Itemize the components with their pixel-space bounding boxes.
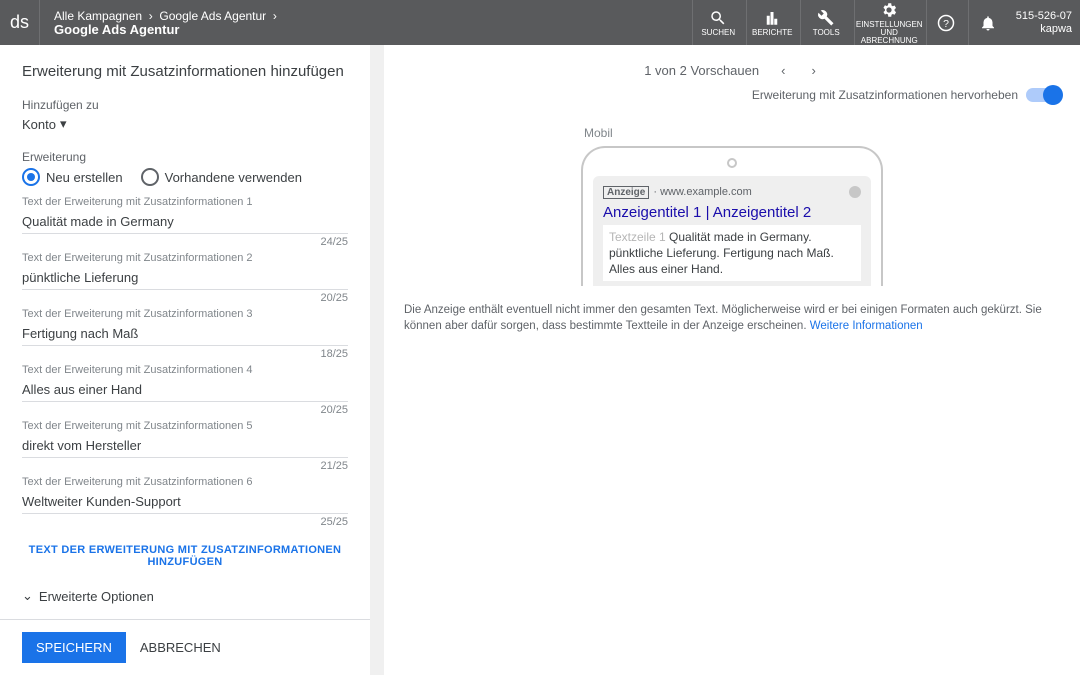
preview-note: Die Anzeige enthält eventuell nicht imme… [404, 302, 1060, 334]
breadcrumb: Alle Kampagnen › Google Ads Agentur › Go… [40, 5, 291, 41]
settings-button[interactable]: EINSTELLUNGEN UND ABRECHNUNG [854, 0, 924, 45]
highlight-row: Erweiterung mit Zusatzinformationen herv… [404, 88, 1060, 102]
callout-input-4[interactable] [22, 378, 348, 402]
logo: ds [0, 0, 40, 45]
search-button[interactable]: SUCHEN [692, 0, 744, 45]
header-actions: SUCHEN BERICHTE TOOLS EINSTELLUNGEN UND … [692, 0, 1008, 45]
next-button[interactable]: › [807, 59, 819, 82]
app-header: ds Alle Kampagnen › Google Ads Agentur ›… [0, 0, 1080, 45]
ad-title: Anzeigentitel 1 | Anzeigentitel 2 [603, 204, 861, 221]
radio-new[interactable]: Neu erstellen [22, 168, 123, 186]
field-label: Text der Erweiterung mit Zusatzinformati… [22, 196, 348, 208]
char-count: 21/25 [22, 460, 348, 472]
callout-field-6: Text der Erweiterung mit Zusatzinformati… [22, 476, 348, 528]
ad-preview: Anzeige· www.example.com Anzeigentitel 1… [593, 176, 871, 286]
cancel-button[interactable]: ABBRECHEN [140, 640, 221, 655]
crumb-all[interactable]: Alle Kampagnen [54, 9, 142, 23]
bell-icon [979, 14, 997, 32]
field-label: Text der Erweiterung mit Zusatzinformati… [22, 476, 348, 488]
char-count: 20/25 [22, 404, 348, 416]
main-content: Erweiterung mit Zusatzinformationen hinz… [0, 45, 1080, 675]
field-label: Text der Erweiterung mit Zusatzinformati… [22, 252, 348, 264]
panel-footer: SPEICHERN ABBRECHEN [0, 619, 370, 675]
radio-on-icon [22, 168, 40, 186]
callout-field-4: Text der Erweiterung mit Zusatzinformati… [22, 364, 348, 416]
char-count: 24/25 [22, 236, 348, 248]
preview-counter: 1 von 2 Vorschauen [644, 63, 759, 78]
extension-label: Erweiterung [22, 150, 348, 164]
ad-text: Textzeile 1 Qualität made in Germany. pü… [603, 225, 861, 281]
field-label: Text der Erweiterung mit Zusatzinformati… [22, 420, 348, 432]
callout-field-1: Text der Erweiterung mit Zusatzinformati… [22, 196, 348, 248]
field-label: Text der Erweiterung mit Zusatzinformati… [22, 308, 348, 320]
save-button[interactable]: SPEICHERN [22, 632, 126, 663]
wrench-icon [817, 9, 835, 27]
char-count: 18/25 [22, 348, 348, 360]
phone-frame: Anzeige· www.example.com Anzeigentitel 1… [581, 146, 883, 286]
prev-button[interactable]: ‹ [777, 59, 789, 82]
left-panel: Erweiterung mit Zusatzinformationen hinz… [0, 45, 370, 675]
callout-field-2: Text der Erweiterung mit Zusatzinformati… [22, 252, 348, 304]
callout-input-5[interactable] [22, 434, 348, 458]
field-label: Text der Erweiterung mit Zusatzinformati… [22, 364, 348, 376]
ad-info-icon [849, 186, 861, 198]
crumb-account[interactable]: Google Ads Agentur [159, 9, 266, 23]
ad-head: Anzeige· www.example.com [603, 186, 861, 198]
callout-input-3[interactable] [22, 322, 348, 346]
panel-title: Erweiterung mit Zusatzinformationen hinz… [22, 63, 348, 80]
tools-button[interactable]: TOOLS [800, 0, 852, 45]
account-info: 515-526-07kapwa [1008, 10, 1072, 36]
char-count: 25/25 [22, 516, 348, 528]
callout-input-6[interactable] [22, 490, 348, 514]
svg-text:?: ? [943, 17, 949, 29]
char-count: 20/25 [22, 292, 348, 304]
gear-icon [880, 1, 898, 19]
search-icon [709, 9, 727, 27]
radio-existing[interactable]: Vorhandene verwenden [141, 168, 302, 186]
chevron-down-icon: ⌄ [22, 588, 33, 604]
extension-radio-group: Neu erstellen Vorhandene verwenden [22, 168, 348, 186]
caret-down-icon: ▾ [60, 116, 67, 132]
callout-field-3: Text der Erweiterung mit Zusatzinformati… [22, 308, 348, 360]
radio-off-icon [141, 168, 159, 186]
reports-button[interactable]: BERICHTE [746, 0, 798, 45]
chart-icon [763, 9, 781, 27]
help-icon: ? [937, 14, 955, 32]
addto-label: Hinzufügen zu [22, 98, 348, 112]
highlight-toggle[interactable] [1026, 88, 1060, 102]
callout-input-2[interactable] [22, 266, 348, 290]
mobile-label: Mobil [404, 126, 1060, 140]
phone-speaker-icon [727, 158, 737, 168]
advanced-options-toggle[interactable]: ⌄Erweiterte Optionen [22, 588, 348, 604]
highlight-label: Erweiterung mit Zusatzinformationen herv… [752, 88, 1018, 102]
preview-panel: 1 von 2 Vorschauen ‹ › Erweiterung mit Z… [384, 45, 1080, 675]
callout-field-5: Text der Erweiterung mit Zusatzinformati… [22, 420, 348, 472]
help-button[interactable]: ? [926, 0, 966, 45]
learn-more-link[interactable]: Weitere Informationen [810, 320, 923, 332]
callout-input-1[interactable] [22, 210, 348, 234]
crumb-current: Google Ads Agentur [54, 22, 179, 37]
scope-dropdown[interactable]: Konto▾ [22, 116, 348, 132]
notifications-button[interactable] [968, 0, 1008, 45]
add-callout-button[interactable]: TEXT DER ERWEITERUNG MIT ZUSATZINFORMATI… [22, 544, 348, 568]
preview-nav: 1 von 2 Vorschauen ‹ › [404, 59, 1060, 82]
